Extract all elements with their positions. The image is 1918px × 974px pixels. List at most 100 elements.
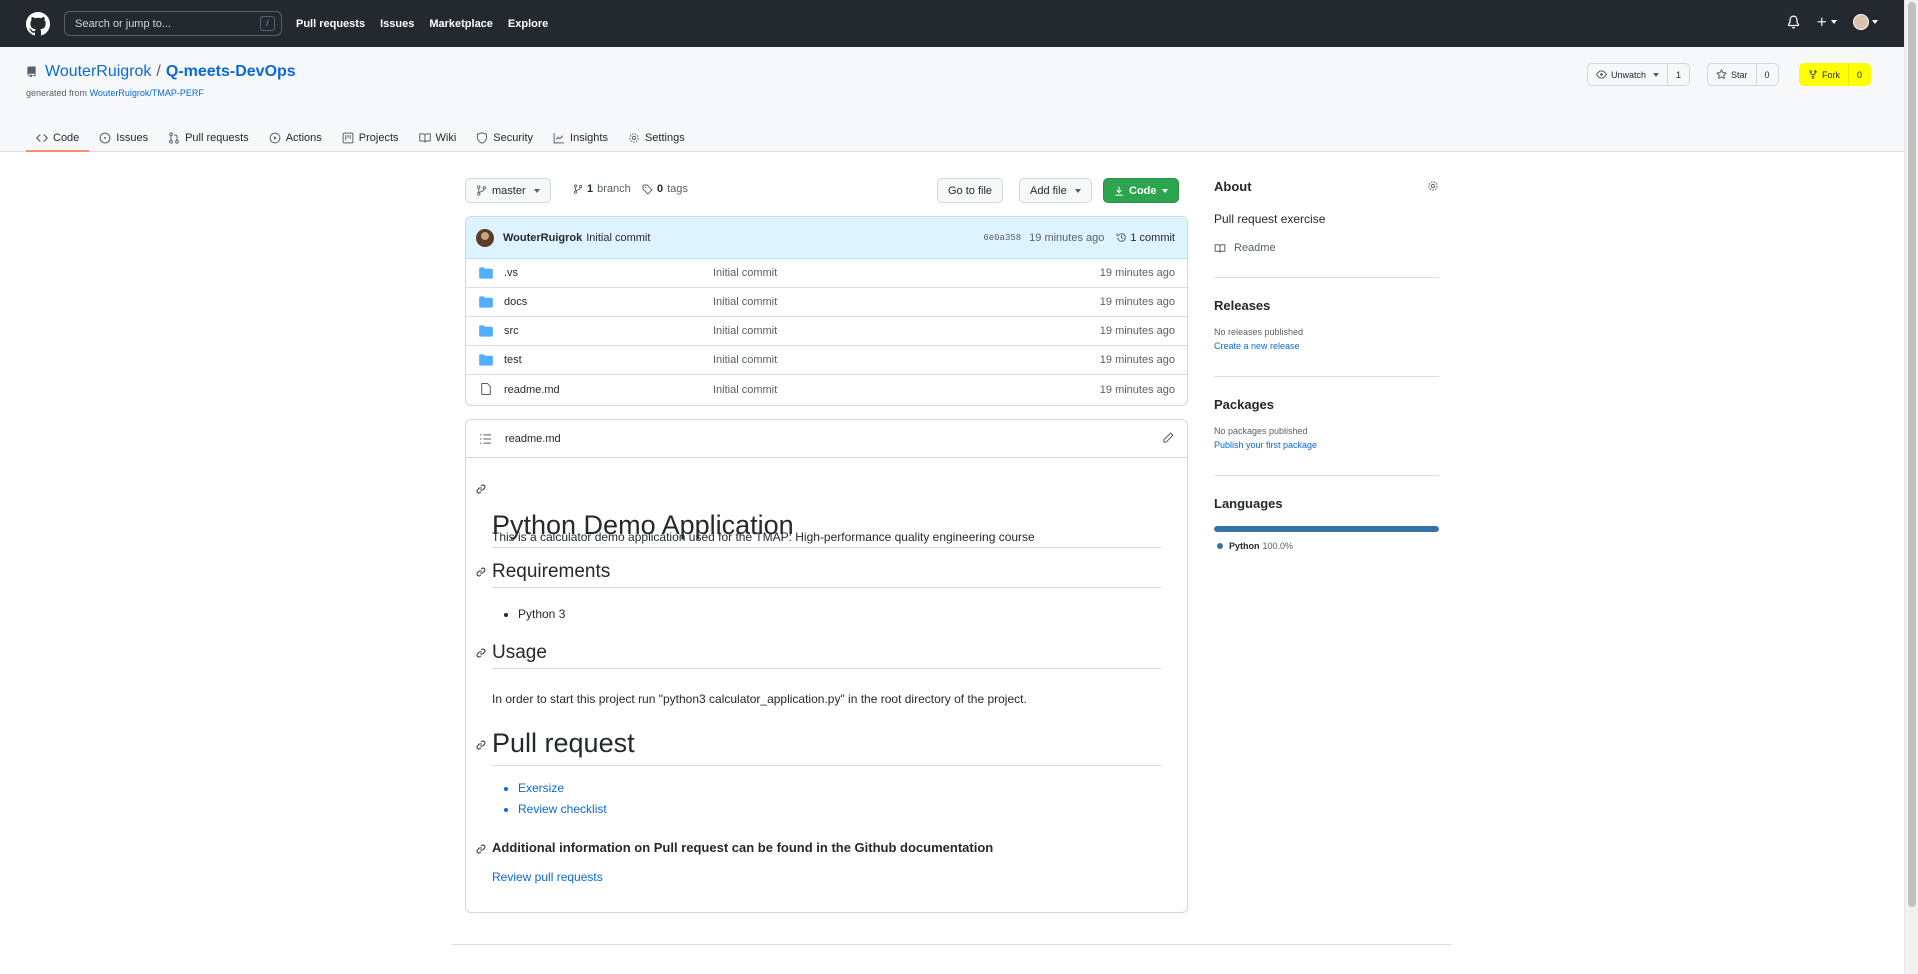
commit-time: 19 minutes ago (1029, 231, 1105, 244)
search-input[interactable]: Search or jump to... / (64, 11, 282, 36)
commit-history-link[interactable]: 1 commit (1116, 232, 1175, 244)
packages-heading[interactable]: Packages (1214, 397, 1439, 412)
commit-message[interactable]: Initial commit (586, 232, 650, 244)
chevron-down-icon (1872, 20, 1878, 24)
user-menu[interactable] (1853, 14, 1878, 30)
table-row[interactable]: .vs Initial commit 19 minutes ago (466, 259, 1187, 288)
nav-marketplace[interactable]: Marketplace (429, 18, 493, 30)
shield-icon (477, 131, 488, 144)
plus-icon (1817, 17, 1827, 27)
code-icon (36, 133, 48, 142)
vertical-scrollbar[interactable] (1904, 0, 1918, 974)
search-shortcut-key: / (260, 16, 275, 31)
tab-security[interactable]: Security (466, 123, 543, 152)
pencil-icon[interactable] (1162, 432, 1174, 444)
file-name[interactable]: test (504, 354, 522, 366)
scrollbar-thumb[interactable] (1908, 2, 1916, 907)
code-button[interactable]: Code (1103, 178, 1179, 203)
nav-issues[interactable]: Issues (380, 18, 414, 30)
tab-projects[interactable]: Projects (332, 123, 409, 152)
review-checklist-link[interactable]: Review checklist (518, 802, 1187, 816)
link-icon[interactable] (476, 648, 486, 658)
add-file-button[interactable]: Add file (1019, 178, 1092, 203)
github-logo-icon[interactable] (26, 11, 50, 36)
repo-tabs: Code Issues Pull requests Actions Projec… (26, 123, 695, 152)
branches-link[interactable]: 1 branch (573, 183, 631, 195)
watch-count[interactable]: 1 (1668, 64, 1689, 85)
language-item-python[interactable]: Python 100.0% (1217, 541, 1293, 551)
file-name[interactable]: readme.md (504, 384, 560, 396)
chevron-down-icon (1074, 188, 1081, 193)
publish-package-link[interactable]: Publish your first package (1214, 440, 1317, 450)
link-icon[interactable] (476, 844, 486, 854)
readme-filename: readme.md (505, 432, 561, 445)
languages-section: Languages Python 100.0% (1214, 496, 1439, 551)
readme-intro: This is a calculator demo application us… (492, 530, 1035, 544)
link-icon[interactable] (476, 567, 486, 577)
nav-pull-requests[interactable]: Pull requests (296, 18, 365, 30)
commit-sha[interactable]: 6e0a358 (983, 233, 1021, 243)
file-commit-message[interactable]: Initial commit (713, 354, 777, 366)
create-new-menu[interactable] (1816, 16, 1837, 28)
file-name[interactable]: src (504, 325, 519, 337)
tab-code[interactable]: Code (26, 123, 90, 152)
folder-icon (479, 325, 493, 337)
exersize-link[interactable]: Exersize (518, 781, 1187, 795)
download-icon (1115, 186, 1123, 196)
star-count[interactable]: 0 (1757, 64, 1778, 85)
repo-path-separator: / (156, 63, 161, 80)
fork-button[interactable]: Fork (1800, 64, 1849, 85)
unwatch-button[interactable]: Unwatch (1588, 64, 1669, 85)
tab-settings[interactable]: Settings (618, 123, 695, 152)
tags-link[interactable]: 0 tags (642, 183, 688, 195)
file-name[interactable]: docs (504, 296, 527, 308)
repo-name-link[interactable]: Q-meets-DevOps (166, 63, 296, 81)
branch-select-button[interactable]: master (465, 178, 551, 203)
releases-heading[interactable]: Releases (1214, 298, 1439, 313)
file-commit-message[interactable]: Initial commit (713, 384, 777, 396)
repo-description: Pull request exercise (1214, 212, 1326, 226)
tab-insights[interactable]: Insights (543, 123, 618, 152)
table-row[interactable]: readme.md Initial commit 19 minutes ago (466, 375, 1187, 404)
branch-name: master (492, 184, 526, 197)
list-icon[interactable] (480, 433, 491, 444)
link-icon[interactable] (476, 484, 486, 494)
gear-icon[interactable] (1427, 180, 1439, 192)
create-release-link[interactable]: Create a new release (1214, 341, 1300, 351)
file-commit-message[interactable]: Initial commit (713, 296, 777, 308)
tab-wiki[interactable]: Wiki (409, 123, 467, 152)
repo-owner-link[interactable]: WouterRuigrok (45, 63, 151, 81)
file-commit-message[interactable]: Initial commit (713, 267, 777, 279)
folder-icon (479, 296, 493, 308)
about-heading: About (1214, 179, 1252, 194)
table-row[interactable]: docs Initial commit 19 minutes ago (466, 288, 1187, 317)
tab-actions[interactable]: Actions (259, 123, 332, 152)
table-row[interactable]: src Initial commit 19 minutes ago (466, 317, 1187, 346)
nav-explore[interactable]: Explore (508, 18, 548, 30)
list-item: Python 3 (518, 607, 1187, 621)
readme-link[interactable]: Readme (1214, 242, 1276, 254)
file-commit-message[interactable]: Initial commit (713, 325, 777, 337)
tab-issues[interactable]: Issues (89, 123, 158, 152)
template-source-link[interactable]: WouterRuigrok/TMAP-PERF (90, 88, 204, 98)
code-label: Code (1129, 184, 1157, 197)
global-nav: Pull requests Issues Marketplace Explore (296, 18, 563, 30)
graph-icon (553, 132, 564, 143)
footer-divider (452, 944, 1451, 945)
file-name[interactable]: .vs (504, 267, 518, 279)
chevron-down-icon (1831, 20, 1837, 24)
link-icon[interactable] (476, 740, 486, 750)
star-button[interactable]: Star (1708, 64, 1757, 85)
go-to-file-button[interactable]: Go to file (937, 178, 1004, 203)
bell-icon[interactable] (1787, 15, 1800, 29)
review-pull-requests-link[interactable]: Review pull requests (492, 870, 1162, 884)
avatar[interactable] (476, 228, 494, 247)
search-placeholder: Search or jump to... (75, 17, 171, 30)
tab-pull-requests[interactable]: Pull requests (158, 123, 259, 152)
commit-meta: 6e0a358 19 minutes ago 1 commit (983, 232, 1175, 244)
commit-author[interactable]: WouterRuigrok (503, 232, 582, 244)
fork-count[interactable]: 0 (1849, 64, 1870, 85)
star-label: Star (1731, 69, 1748, 80)
table-row[interactable]: test Initial commit 19 minutes ago (466, 346, 1187, 375)
file-commit-time: 19 minutes ago (1099, 354, 1175, 366)
